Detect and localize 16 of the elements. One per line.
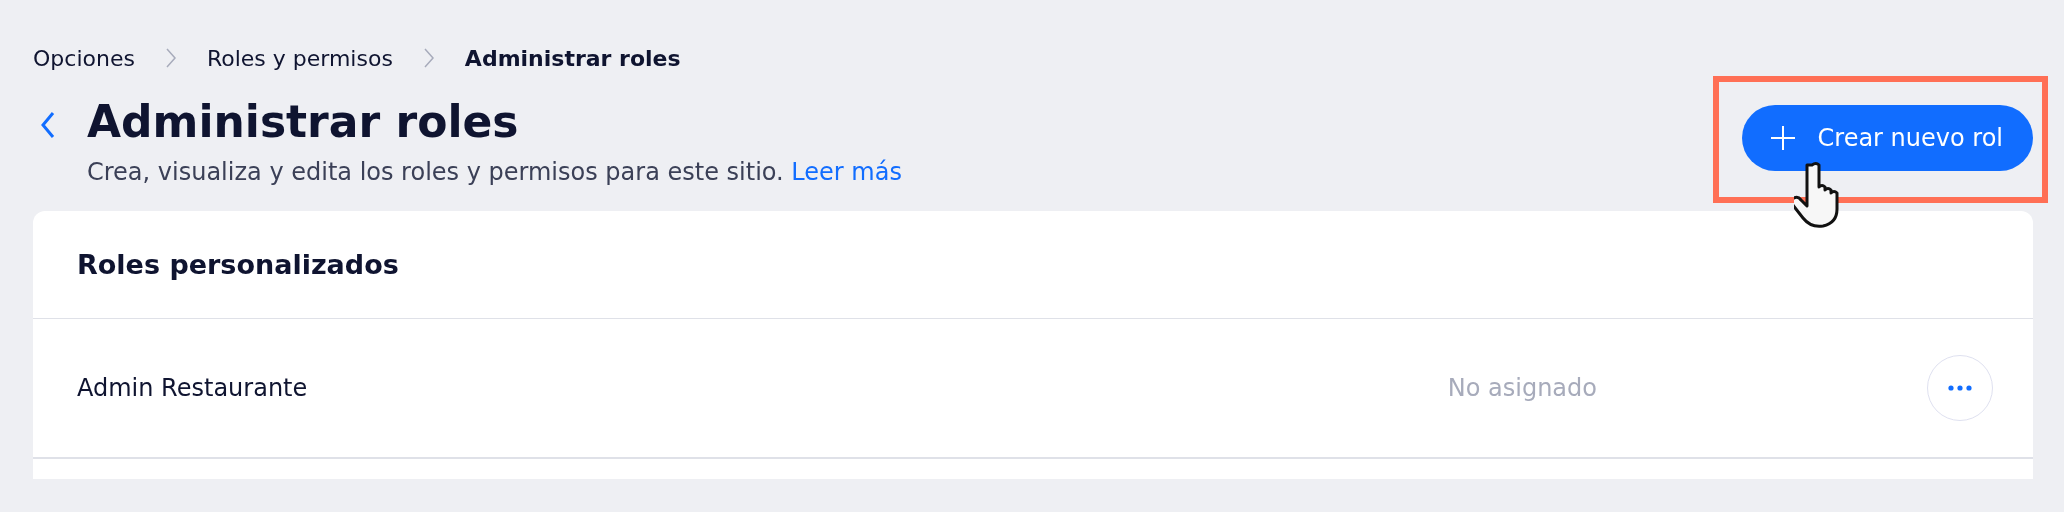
- role-name: Admin Restaurante: [77, 374, 309, 402]
- page-title: Administrar roles: [87, 95, 520, 149]
- breadcrumb-item[interactable]: Opciones: [33, 45, 135, 71]
- breadcrumb-item: Administrar roles: [464, 45, 681, 71]
- breadcrumb-item[interactable]: Roles y permisos: [206, 45, 393, 71]
- card-title: Roles personalizados: [33, 211, 2033, 319]
- read-more-link[interactable]: Leer más: [791, 158, 902, 186]
- role-row[interactable]: Admin Restaurante No asignado: [33, 319, 2033, 459]
- back-icon[interactable]: [39, 110, 57, 140]
- role-status: No asignado: [1447, 374, 1597, 402]
- chevron-right-icon: [164, 47, 177, 69]
- create-role-button[interactable]: Crear nuevo rol: [1741, 105, 2033, 171]
- more-icon: [1948, 385, 1972, 391]
- plus-icon: [1769, 125, 1796, 151]
- page-description: Crea, visualiza y edita los roles y permisos para este sitio. Leer más: [87, 158, 902, 186]
- chevron-right-icon: [422, 47, 435, 69]
